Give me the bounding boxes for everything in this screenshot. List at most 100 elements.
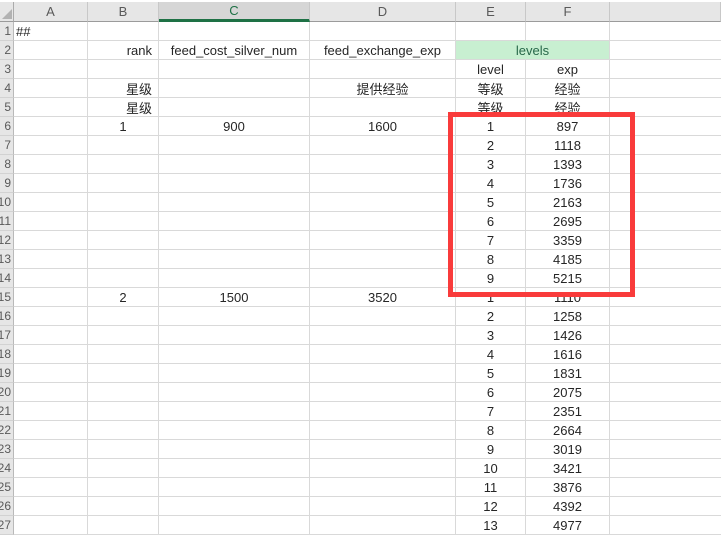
cell-A1[interactable]: ## xyxy=(14,22,88,41)
row-header-24[interactable]: 24 xyxy=(0,459,14,478)
cell-D12[interactable] xyxy=(310,231,456,250)
cell-F7[interactable]: 1118 xyxy=(526,136,610,155)
cell-A24[interactable] xyxy=(14,459,88,478)
cell-C20[interactable] xyxy=(159,383,310,402)
cell-A5[interactable] xyxy=(14,98,88,117)
cell-F19[interactable]: 1831 xyxy=(526,364,610,383)
cell-C5[interactable] xyxy=(159,98,310,117)
cell-G1[interactable] xyxy=(610,22,721,41)
cell-B14[interactable] xyxy=(88,269,159,288)
cell-B5[interactable]: 星级 xyxy=(88,98,159,117)
cell-E26[interactable]: 12 xyxy=(456,497,526,516)
cell-F3[interactable]: exp xyxy=(526,60,610,79)
cell-G13[interactable] xyxy=(610,250,721,269)
cell-A8[interactable] xyxy=(14,155,88,174)
cell-F12[interactable]: 3359 xyxy=(526,231,610,250)
cell-B11[interactable] xyxy=(88,212,159,231)
cell-B10[interactable] xyxy=(88,193,159,212)
column-header-A[interactable]: A xyxy=(14,2,88,22)
row-header-16[interactable]: 16 xyxy=(0,307,14,326)
row-header-14[interactable]: 14 xyxy=(0,269,14,288)
cell-A10[interactable] xyxy=(14,193,88,212)
cell-C13[interactable] xyxy=(159,250,310,269)
cell-F6[interactable]: 897 xyxy=(526,117,610,136)
cell-D21[interactable] xyxy=(310,402,456,421)
cell-B9[interactable] xyxy=(88,174,159,193)
cell-C22[interactable] xyxy=(159,421,310,440)
cell-B4[interactable]: 星级 xyxy=(88,79,159,98)
cell-D27[interactable] xyxy=(310,516,456,535)
row-header-13[interactable]: 13 xyxy=(0,250,14,269)
cell-D14[interactable] xyxy=(310,269,456,288)
cell-C26[interactable] xyxy=(159,497,310,516)
row-header-15[interactable]: 15 xyxy=(0,288,14,307)
cell-B23[interactable] xyxy=(88,440,159,459)
cell-G9[interactable] xyxy=(610,174,721,193)
cell-F26[interactable]: 4392 xyxy=(526,497,610,516)
cell-D10[interactable] xyxy=(310,193,456,212)
cell-B6[interactable]: 1 xyxy=(88,117,159,136)
cell-A16[interactable] xyxy=(14,307,88,326)
cell-E16[interactable]: 2 xyxy=(456,307,526,326)
cell-D1[interactable] xyxy=(310,22,456,41)
cell-G16[interactable] xyxy=(610,307,721,326)
cell-B1[interactable] xyxy=(88,22,159,41)
cell-F14[interactable]: 5215 xyxy=(526,269,610,288)
cell-D8[interactable] xyxy=(310,155,456,174)
cell-E18[interactable]: 4 xyxy=(456,345,526,364)
cell-D11[interactable] xyxy=(310,212,456,231)
cell-G26[interactable] xyxy=(610,497,721,516)
cell-A13[interactable] xyxy=(14,250,88,269)
cell-G25[interactable] xyxy=(610,478,721,497)
cell-F8[interactable]: 1393 xyxy=(526,155,610,174)
row-header-19[interactable]: 19 xyxy=(0,364,14,383)
cell-A20[interactable] xyxy=(14,383,88,402)
cell-G19[interactable] xyxy=(610,364,721,383)
row-header-18[interactable]: 18 xyxy=(0,345,14,364)
cell-E5[interactable]: 等级 xyxy=(456,98,526,117)
cell-A25[interactable] xyxy=(14,478,88,497)
cell-G22[interactable] xyxy=(610,421,721,440)
cell-F24[interactable]: 3421 xyxy=(526,459,610,478)
cell-D20[interactable] xyxy=(310,383,456,402)
row-header-3[interactable]: 3 xyxy=(0,60,14,79)
cell-E20[interactable]: 6 xyxy=(456,383,526,402)
cell-G3[interactable] xyxy=(610,60,721,79)
cell-D24[interactable] xyxy=(310,459,456,478)
column-header-C[interactable]: C xyxy=(159,2,310,22)
cell-E7[interactable]: 2 xyxy=(456,136,526,155)
cell-E17[interactable]: 3 xyxy=(456,326,526,345)
cell-G15[interactable] xyxy=(610,288,721,307)
cell-F23[interactable]: 3019 xyxy=(526,440,610,459)
cell-B15[interactable]: 2 xyxy=(88,288,159,307)
cell-G2[interactable] xyxy=(610,41,721,60)
cell-B13[interactable] xyxy=(88,250,159,269)
cell-C1[interactable] xyxy=(159,22,310,41)
cell-E10[interactable]: 5 xyxy=(456,193,526,212)
cell-G20[interactable] xyxy=(610,383,721,402)
cell-D16[interactable] xyxy=(310,307,456,326)
cell-C3[interactable] xyxy=(159,60,310,79)
cell-G11[interactable] xyxy=(610,212,721,231)
row-header-27[interactable]: 27 xyxy=(0,516,14,535)
cell-C10[interactable] xyxy=(159,193,310,212)
cell-D4[interactable]: 提供经验 xyxy=(310,79,456,98)
select-all-corner[interactable] xyxy=(0,2,14,22)
cell-C27[interactable] xyxy=(159,516,310,535)
cell-C4[interactable] xyxy=(159,79,310,98)
cell-F18[interactable]: 1616 xyxy=(526,345,610,364)
cell-E4[interactable]: 等级 xyxy=(456,79,526,98)
cell-B2[interactable]: rank xyxy=(88,41,159,60)
cell-E19[interactable]: 5 xyxy=(456,364,526,383)
cell-D25[interactable] xyxy=(310,478,456,497)
cell-G14[interactable] xyxy=(610,269,721,288)
cell-F4[interactable]: 经验 xyxy=(526,79,610,98)
cell-G12[interactable] xyxy=(610,231,721,250)
cell-E3[interactable]: level xyxy=(456,60,526,79)
cell-F5[interactable]: 经验 xyxy=(526,98,610,117)
cell-B12[interactable] xyxy=(88,231,159,250)
cell-B8[interactable] xyxy=(88,155,159,174)
cell-E12[interactable]: 7 xyxy=(456,231,526,250)
cell-B16[interactable] xyxy=(88,307,159,326)
cell-G10[interactable] xyxy=(610,193,721,212)
